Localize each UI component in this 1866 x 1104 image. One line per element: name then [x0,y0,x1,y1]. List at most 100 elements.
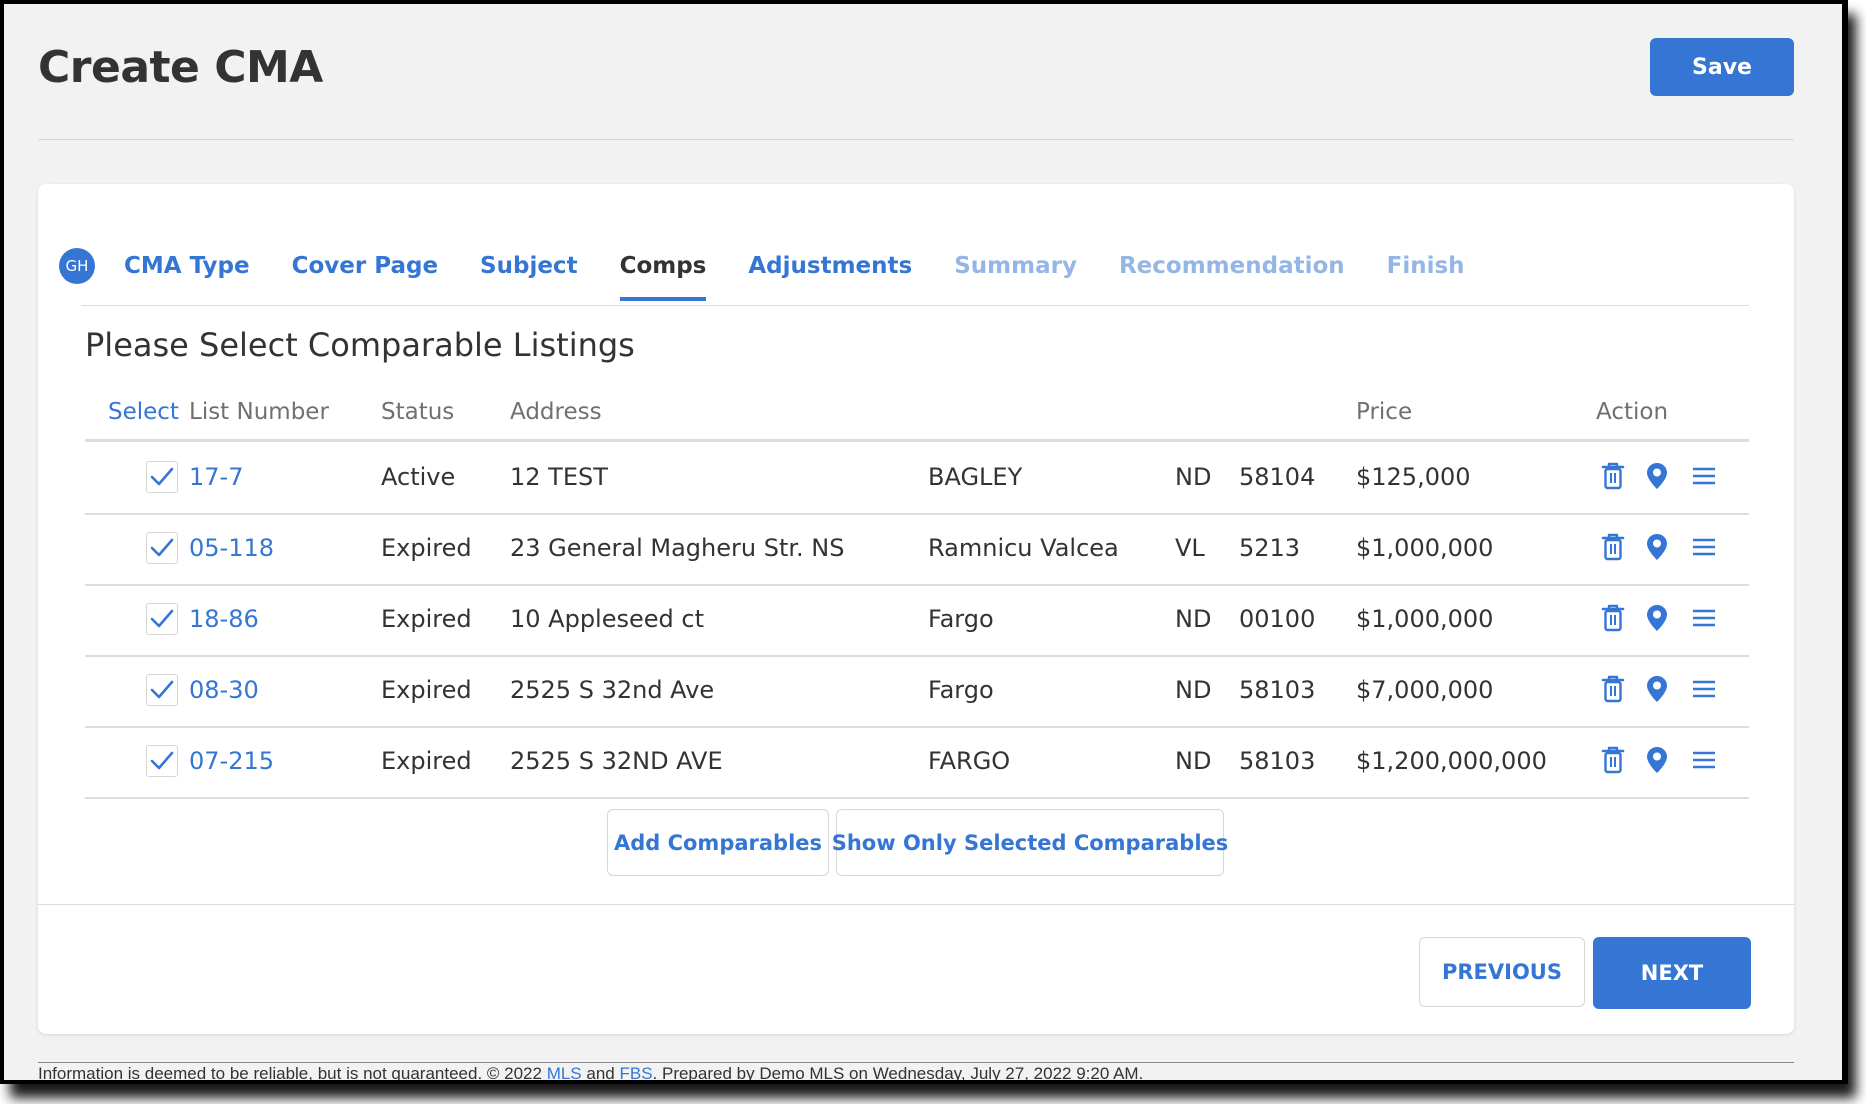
column-header-status: Status [381,399,455,425]
price-cell: $1,200,000,000 [1356,747,1547,775]
map-pin-icon[interactable] [1646,604,1668,636]
state-cell: VL [1175,534,1205,562]
list-number-link[interactable]: 17-7 [189,442,243,513]
checkmark-icon [150,609,174,628]
comp-row: 18-86 Expired 10 Appleseed ct Fargo ND 0… [85,584,1749,657]
map-pin-icon[interactable] [1646,462,1668,494]
menu-icon[interactable] [1692,679,1716,703]
footer-text: . Prepared by Demo MLS on Wednesday, Jul… [652,1064,1144,1080]
tab-adjustments[interactable]: Adjustments [748,253,912,279]
address-cell: 12 TEST [510,463,608,491]
map-pin-icon[interactable] [1646,746,1668,778]
list-number-link[interactable]: 18-86 [189,584,259,655]
city-cell: Ramnicu Valcea [928,534,1119,562]
previous-button[interactable]: PREVIOUS [1419,937,1585,1007]
footer-text: and [581,1064,620,1080]
zip-cell: 00100 [1239,605,1316,633]
address-cell: 23 General Magheru Str. NS [510,534,845,562]
price-cell: $1,000,000 [1356,534,1494,562]
address-cell: 2525 S 32ND AVE [510,747,723,775]
add-comparables-button[interactable]: Add Comparables [607,809,829,876]
header-divider [38,139,1794,140]
tabs-divider [81,305,1749,306]
checkmark-icon [150,751,174,770]
save-button[interactable]: Save [1650,38,1794,96]
user-avatar[interactable]: GH [59,248,95,284]
comp-row: 07-215 Expired 2525 S 32ND AVE FARGO ND … [85,726,1749,799]
trash-icon[interactable] [1601,675,1625,707]
column-header-price: Price [1356,399,1413,425]
wizard-tabs: GH CMA Type Cover Page Subject Comps Adj… [59,246,1507,301]
disclaimer-footer: Information is deemed to be reliable, bu… [38,1064,1143,1080]
next-button[interactable]: NEXT [1593,937,1751,1009]
tab-summary: Summary [954,253,1077,279]
tab-comps[interactable]: Comps [619,253,706,301]
price-cell: $1,000,000 [1356,605,1494,633]
card-footer-divider [38,904,1794,905]
list-number-link[interactable]: 08-30 [189,655,259,726]
tab-finish: Finish [1386,253,1465,279]
column-header-select[interactable]: Select [108,389,179,435]
status-cell: Expired [381,747,472,775]
select-checkbox[interactable] [146,745,178,777]
map-pin-icon[interactable] [1646,675,1668,707]
status-cell: Active [381,463,456,491]
state-cell: ND [1175,463,1212,491]
select-checkbox[interactable] [146,532,178,564]
status-cell: Expired [381,605,472,633]
tab-recommendation: Recommendation [1118,253,1345,279]
tab-subject[interactable]: Subject [480,253,578,279]
column-header-address: Address [510,399,602,425]
status-cell: Expired [381,676,472,704]
status-cell: Expired [381,534,472,562]
address-cell: 2525 S 32nd Ave [510,676,715,704]
trash-icon[interactable] [1601,604,1625,636]
footer-text: Information is deemed to be reliable, bu… [38,1064,547,1080]
footer-divider [38,1062,1794,1063]
zip-cell: 58103 [1239,747,1316,775]
footer-link-fbs[interactable]: FBS [619,1064,652,1080]
page-title: Create CMA [38,42,323,93]
menu-icon[interactable] [1692,537,1716,561]
cma-wizard-card: GH CMA Type Cover Page Subject Comps Adj… [38,184,1794,1034]
zip-cell: 5213 [1239,534,1301,562]
trash-icon[interactable] [1601,746,1625,778]
city-cell: Fargo [928,605,994,633]
list-number-link[interactable]: 05-118 [189,513,274,584]
select-checkbox[interactable] [146,461,178,493]
city-cell: BAGLEY [928,463,1023,491]
trash-icon[interactable] [1601,533,1625,565]
list-number-link[interactable]: 07-215 [189,726,274,797]
city-cell: FARGO [928,747,1011,775]
column-header-action: Action [1596,399,1669,425]
tab-cma-type[interactable]: CMA Type [124,253,250,279]
comp-row: 05-118 Expired 23 General Magheru Str. N… [85,513,1749,586]
address-cell: 10 Appleseed ct [510,605,704,633]
state-cell: ND [1175,747,1212,775]
column-header-list-number: List Number [189,399,329,425]
page: Create CMA Save GH CMA Type Cover Page S… [4,4,1842,1080]
select-checkbox[interactable] [146,674,178,706]
comp-row: 08-30 Expired 2525 S 32nd Ave Fargo ND 5… [85,655,1749,728]
zip-cell: 58104 [1239,463,1316,491]
select-checkbox[interactable] [146,603,178,635]
menu-icon[interactable] [1692,466,1716,490]
price-cell: $125,000 [1356,463,1471,491]
trash-icon[interactable] [1601,462,1625,494]
comp-row: 17-7 Active 12 TEST BAGLEY ND 58104 $125… [85,442,1749,515]
footer-link-mls[interactable]: MLS [547,1064,582,1080]
menu-icon[interactable] [1692,608,1716,632]
price-cell: $7,000,000 [1356,676,1494,704]
show-selected-comparables-button[interactable]: Show Only Selected Comparables [832,809,1228,876]
checkmark-icon [150,538,174,557]
menu-icon[interactable] [1692,750,1716,774]
zip-cell: 58103 [1239,676,1316,704]
state-cell: ND [1175,676,1212,704]
checkmark-icon [150,467,174,486]
state-cell: ND [1175,605,1212,633]
checkmark-icon [150,680,174,699]
city-cell: Fargo [928,676,994,704]
section-heading: Please Select Comparable Listings [85,326,635,364]
map-pin-icon[interactable] [1646,533,1668,565]
tab-cover-page[interactable]: Cover Page [292,253,438,279]
